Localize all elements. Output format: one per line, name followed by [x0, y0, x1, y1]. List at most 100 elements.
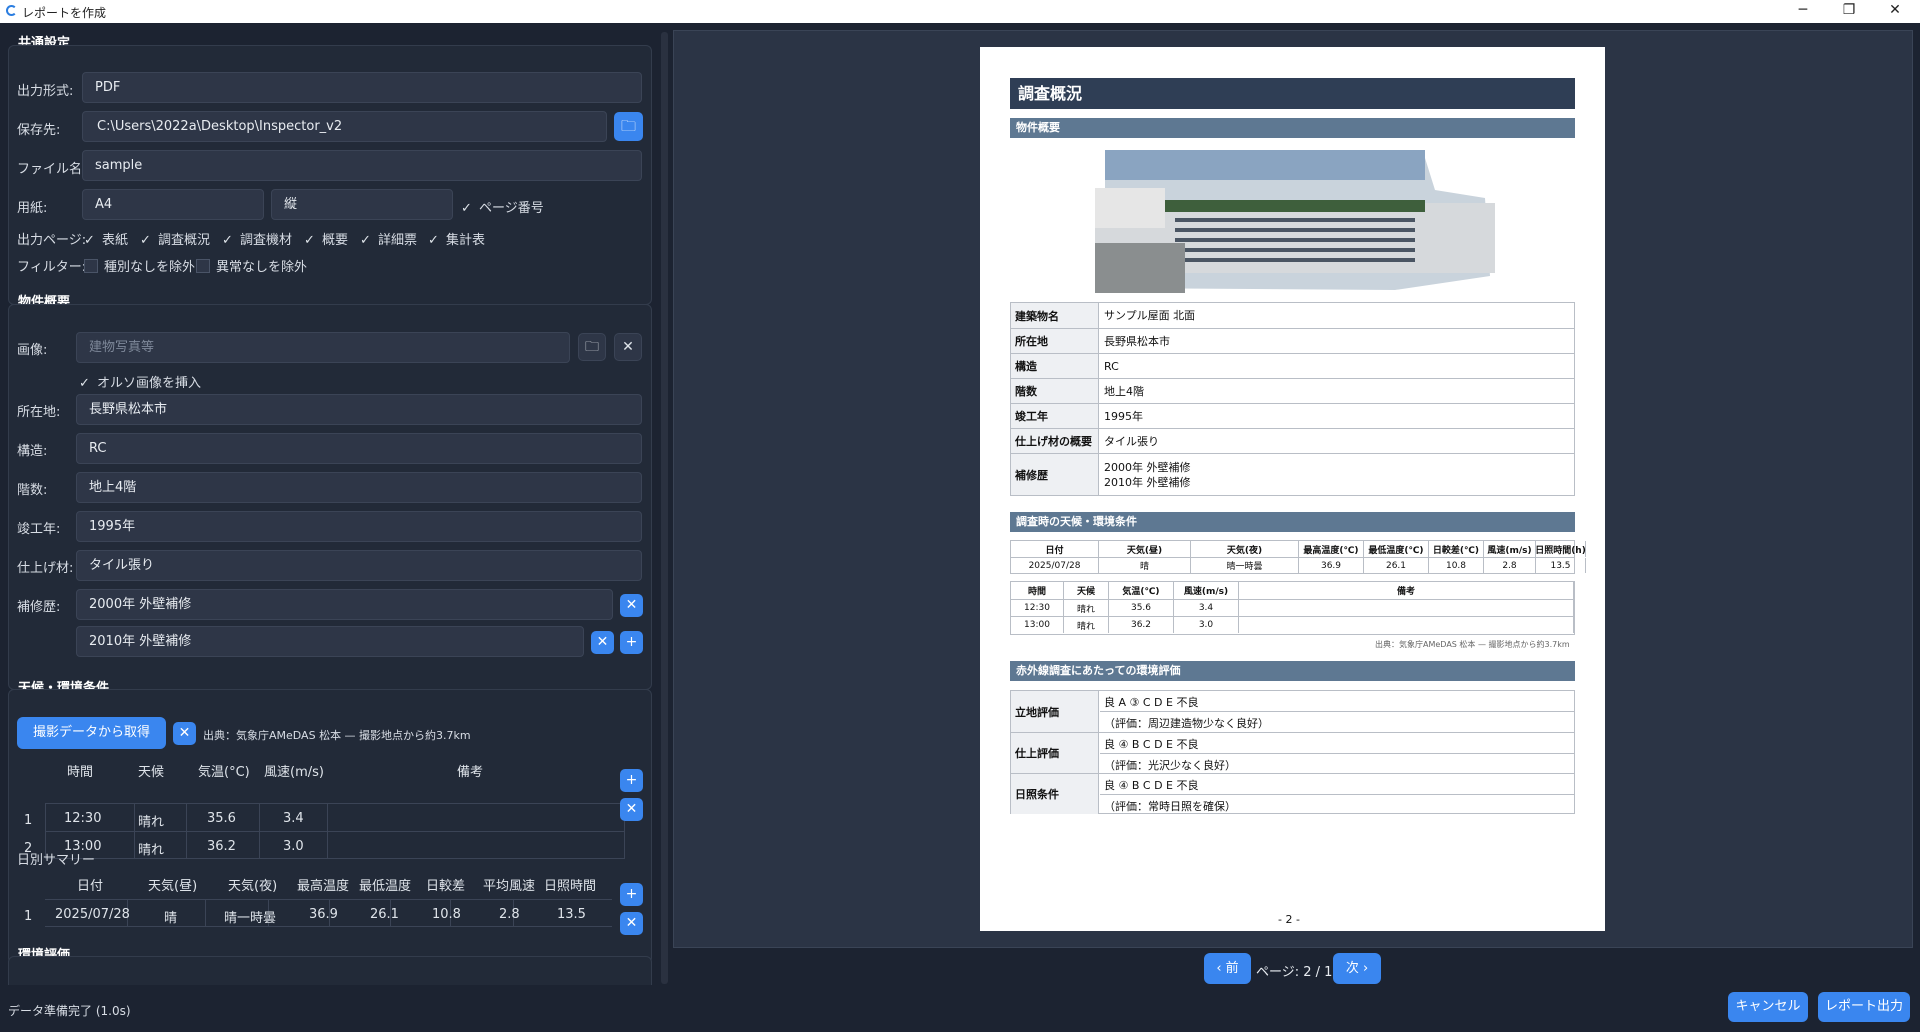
- row-key: 補修歴: [1011, 454, 1099, 495]
- table-cell: [1239, 617, 1574, 633]
- remove-icon[interactable]: ✕: [591, 631, 614, 654]
- folder-icon[interactable]: 🗀: [578, 333, 606, 361]
- prev-page-button[interactable]: ‹ 前: [1204, 953, 1251, 984]
- clear-icon[interactable]: ✕: [173, 722, 196, 745]
- row-value: タイル張り: [1104, 434, 1159, 448]
- repair-input-2[interactable]: 2010年 外壁補修: [76, 626, 584, 657]
- table-cell[interactable]: 13.5: [557, 907, 586, 922]
- title-bar: レポートを作成 ─ ❐ ✕: [0, 0, 1920, 23]
- row-value: サンプル屋面 北面: [1104, 309, 1196, 322]
- remove-icon[interactable]: ✕: [620, 912, 643, 935]
- remove-icon[interactable]: ✕: [620, 594, 643, 617]
- table-cell[interactable]: 2025/07/28: [55, 907, 130, 922]
- row-key: 仕上評価: [1011, 733, 1099, 773]
- table-cell[interactable]: 36.9: [309, 907, 338, 922]
- image-label: 画像:: [17, 343, 48, 358]
- eval-comment: （評価：常時日照を確保）: [1104, 800, 1236, 813]
- close-window-button[interactable]: ✕: [1872, 0, 1918, 23]
- report-page: 調査概況 物件概要 建築物名 サンプル屋面 北面 所在地 長野県松本市 構造 RC 階数 地上…: [980, 47, 1605, 931]
- page-summary-checkbox[interactable]: ✓ 概要: [304, 229, 348, 248]
- filter-no-type-checkbox[interactable]: 種別なしを除外: [84, 256, 195, 275]
- column-header: 日照時間: [544, 879, 597, 894]
- next-page-button[interactable]: 次 ›: [1333, 953, 1381, 984]
- page-survey-checkbox[interactable]: ✓ 調査概況: [140, 229, 210, 248]
- table-cell: 日較差(℃): [1429, 541, 1484, 557]
- image-path-input[interactable]: 建物写真等: [76, 332, 570, 363]
- column-header: 平均風速: [483, 879, 536, 894]
- repair-label: 補修歴:: [17, 600, 61, 615]
- structure-input[interactable]: RC: [76, 433, 642, 464]
- finish-input[interactable]: タイル張り: [76, 550, 642, 581]
- fetch-weather-button[interactable]: 撮影データから取得: [17, 717, 166, 749]
- column-header: 天気(夜): [228, 879, 278, 894]
- table-row: 時間 天候 気温(℃) 風速(m/s) 備考: [1011, 582, 1574, 599]
- table-cell[interactable]: 3.4: [283, 811, 304, 826]
- clear-icon[interactable]: ✕: [614, 333, 642, 361]
- table-cell: 2025/07/28: [1011, 558, 1099, 573]
- table-row: 12:30 晴れ 35.6 3.4: [1011, 599, 1574, 616]
- format-select[interactable]: PDF: [82, 72, 642, 103]
- paper-size-select[interactable]: A4: [82, 189, 264, 220]
- year-input[interactable]: 1995年: [76, 511, 642, 542]
- page-equipment-checkbox[interactable]: ✓ 調査機材: [222, 229, 292, 248]
- building-photo: [1095, 148, 1495, 294]
- table-cell[interactable]: 26.1: [370, 907, 399, 922]
- floors-input[interactable]: 地上4階: [76, 472, 642, 503]
- column-header: 最低温度: [359, 879, 412, 894]
- add-icon[interactable]: +: [620, 769, 643, 792]
- table-cell: 日照時間(h): [1535, 541, 1586, 557]
- check-icon: ✓: [360, 233, 371, 248]
- remove-icon[interactable]: ✕: [620, 798, 643, 821]
- add-icon[interactable]: +: [620, 883, 643, 906]
- status-text: データ準備完了 (1.0s): [8, 1004, 131, 1018]
- table-cell: 13.5: [1536, 558, 1586, 573]
- check-icon: ✓: [140, 233, 151, 248]
- maximize-button[interactable]: ❐: [1826, 0, 1872, 23]
- table-cell[interactable]: 3.0: [283, 839, 304, 854]
- eval-line: [1100, 794, 1574, 795]
- table-cell: 13:00: [1011, 617, 1064, 633]
- table-cell[interactable]: 2.8: [499, 907, 520, 922]
- table-cell: 晴一時曇: [1191, 558, 1299, 573]
- finish-label: 仕上げ材:: [17, 561, 74, 576]
- save-path-input[interactable]: C:\Users\2022a\Desktop\Inspector_v2: [82, 111, 607, 142]
- table-cell[interactable]: 晴れ: [138, 839, 164, 858]
- page-number: - 2 -: [1278, 913, 1300, 926]
- location-input[interactable]: 長野県松本市: [76, 394, 642, 425]
- eval-grade: 良 ④ B C D E 不良: [1104, 779, 1199, 792]
- table-row: 仕上評価良 ④ B C D E 不良 （評価：光沢少なく良好）: [1011, 732, 1574, 773]
- table-cell[interactable]: 35.6: [207, 811, 236, 826]
- table-cell: 最高温度(℃): [1299, 541, 1364, 557]
- ortho-image-checkbox[interactable]: ✓ オルソ画像を挿入: [79, 372, 201, 391]
- folder-icon[interactable]: 🗀: [614, 112, 643, 141]
- column-header: 天候: [138, 765, 165, 780]
- settings-scrollbar[interactable]: [661, 32, 668, 984]
- table-cell[interactable]: 晴れ: [138, 811, 164, 830]
- paper-orientation-select[interactable]: 縦: [271, 189, 453, 220]
- row-key: 所在地: [1011, 329, 1099, 353]
- table-cell[interactable]: 12:30: [64, 811, 101, 826]
- table-cell[interactable]: 36.2: [207, 839, 236, 854]
- table-cell[interactable]: 晴: [164, 907, 177, 926]
- file-name-input[interactable]: sample: [82, 150, 642, 181]
- repair-input-1[interactable]: 2000年 外壁補修: [76, 589, 613, 620]
- page-tally-checkbox[interactable]: ✓ 集計表: [428, 229, 485, 248]
- table-cell: 3.4: [1174, 600, 1239, 616]
- cancel-button[interactable]: キャンセル: [1728, 992, 1808, 1022]
- add-icon[interactable]: +: [620, 631, 643, 654]
- minimize-button[interactable]: ─: [1780, 0, 1826, 23]
- row-value: 2000年 外壁補修 2010年 外壁補修: [1104, 460, 1191, 489]
- page-cover-checkbox[interactable]: ✓ 表紙: [84, 229, 128, 248]
- eval-grade: 良 A ③ C D E 不良: [1104, 696, 1199, 709]
- check-icon: ✓: [79, 376, 90, 391]
- row-key: 建築物名: [1011, 303, 1099, 328]
- page-detail-checkbox[interactable]: ✓ 詳細票: [360, 229, 417, 248]
- check-icon: ✓: [222, 233, 233, 248]
- table-cell[interactable]: 10.8: [432, 907, 461, 922]
- export-button[interactable]: レポート出力: [1818, 992, 1910, 1022]
- table-cell[interactable]: 晴一時曇: [224, 907, 276, 926]
- row-key: 日照条件: [1011, 774, 1099, 814]
- report-hourly-table: 時間 天候 気温(℃) 風速(m/s) 備考 12:30 晴れ 35.6 3.4 13:00 晴れ 3…: [1010, 581, 1575, 635]
- filter-no-anomaly-checkbox[interactable]: 異常なしを除外: [196, 256, 307, 275]
- page-number-checkbox[interactable]: ✓ ページ番号: [461, 197, 544, 216]
